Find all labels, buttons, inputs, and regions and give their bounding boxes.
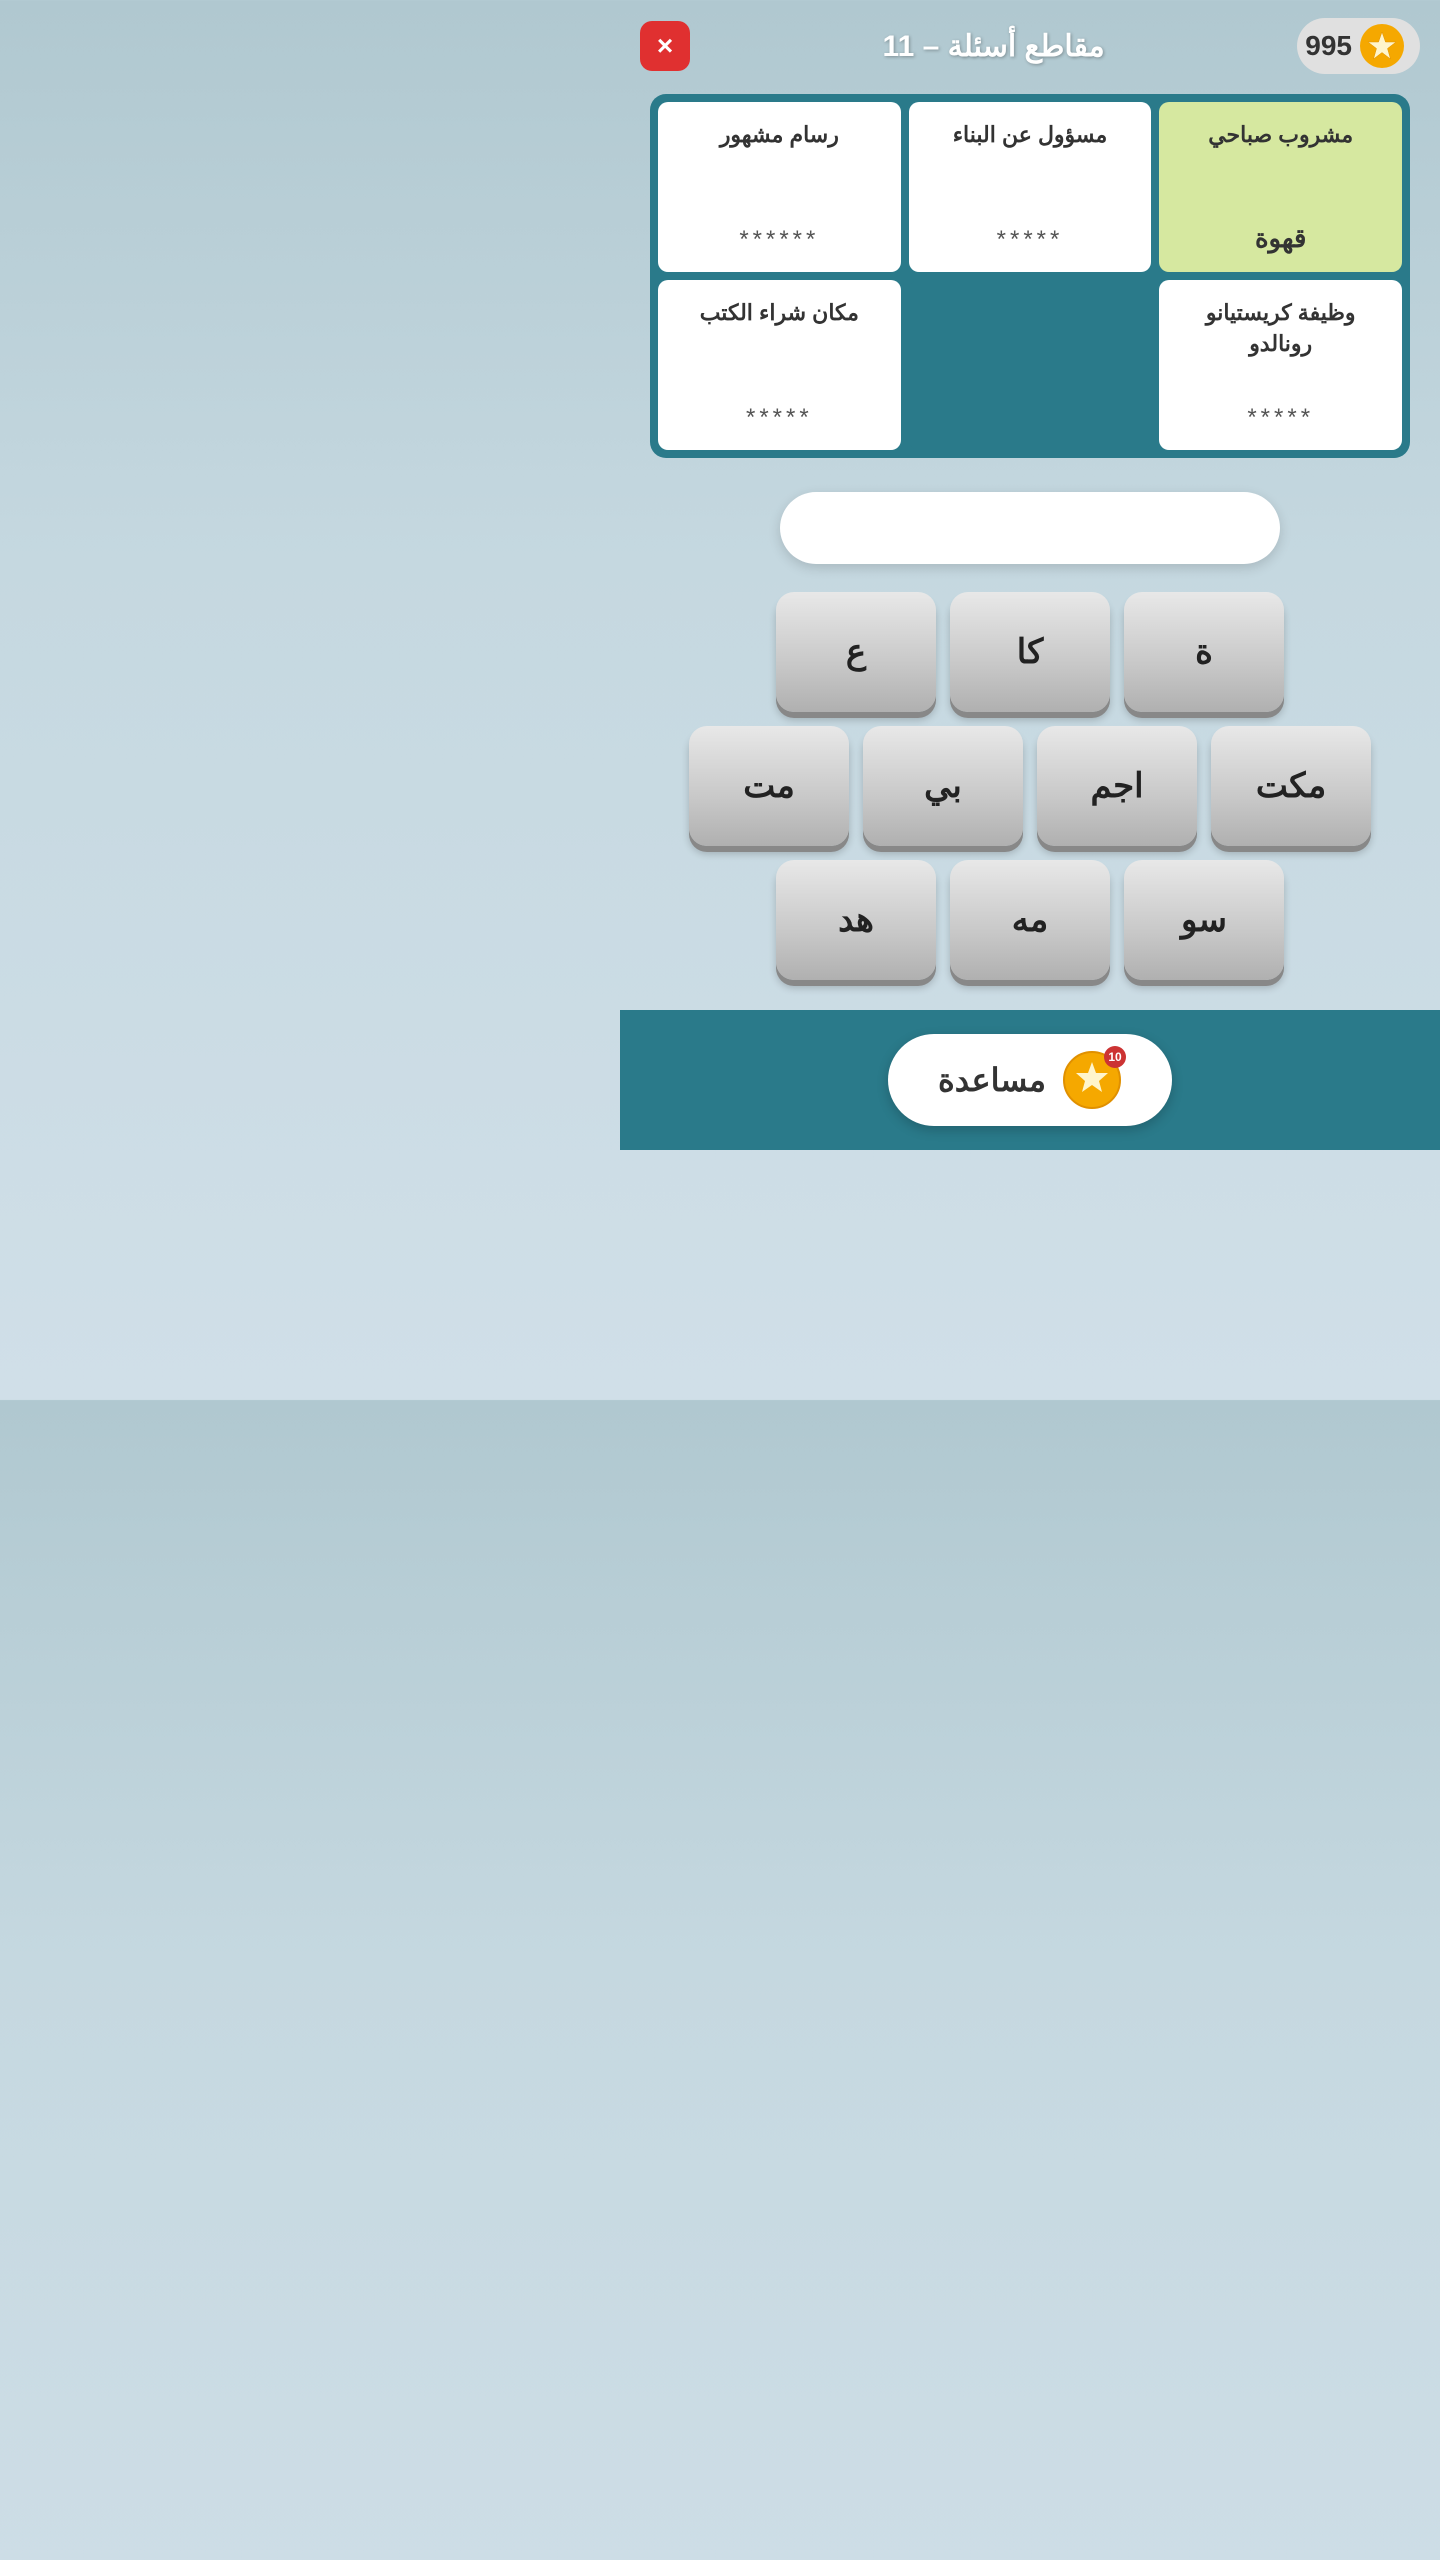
help-label: مساعدة <box>938 1061 1046 1099</box>
cell-5-stars: ***** <box>746 404 813 432</box>
grid-cell-2[interactable]: مسؤول عن البناء ***** <box>909 102 1152 272</box>
letter-btn-1[interactable]: ة <box>1124 592 1284 712</box>
letter-btn-8[interactable]: سو <box>1124 860 1284 980</box>
letter-btn-7[interactable]: مت <box>689 726 849 846</box>
letter-btn-6[interactable]: بي <box>863 726 1023 846</box>
close-button[interactable]: × <box>640 21 690 71</box>
help-coin-container: 10 <box>1062 1050 1122 1110</box>
coin-icon <box>1360 24 1404 68</box>
grid-cell-empty <box>909 280 1152 450</box>
answer-input[interactable] <box>780 492 1280 564</box>
cell-5-question: مكان شراء الكتب <box>700 298 859 329</box>
cell-4-stars: ***** <box>1247 404 1314 432</box>
grid-cell-5[interactable]: مكان شراء الكتب ***** <box>658 280 901 450</box>
cell-3-question: رسام مشهور <box>720 120 839 151</box>
cell-2-question: مسؤول عن البناء <box>953 120 1108 151</box>
grid-cell-4[interactable]: وظيفة كريستيانو رونالدو ***** <box>1159 280 1402 450</box>
letter-row-2: مكت اجم بي مت <box>650 726 1410 846</box>
cell-2-stars: ***** <box>997 226 1064 254</box>
coin-score-container: 995 <box>1297 18 1420 74</box>
letter-row-1: ة كا ع <box>650 592 1410 712</box>
cell-1-answer: قهوة <box>1255 223 1306 254</box>
grid-cell-1[interactable]: مشروب صباحي قهوة <box>1159 102 1402 272</box>
letter-btn-2[interactable]: كا <box>950 592 1110 712</box>
letter-btn-3[interactable]: ع <box>776 592 936 712</box>
letter-row-3: سو مه هد <box>650 860 1410 980</box>
grid-container: مشروب صباحي قهوة مسؤول عن البناء ***** ر… <box>650 94 1410 458</box>
help-button[interactable]: 10 مساعدة <box>888 1034 1172 1126</box>
cell-1-question: مشروب صباحي <box>1208 120 1353 151</box>
letter-btn-4[interactable]: مكت <box>1211 726 1371 846</box>
help-area: 10 مساعدة <box>620 1010 1440 1150</box>
help-badge: 10 <box>1104 1046 1126 1068</box>
header: 995 مقاطع أسئلة – 11 × <box>620 0 1440 84</box>
letters-area: ة كا ع مكت اجم بي مت سو مه هد <box>650 592 1410 980</box>
cell-4-question: وظيفة كريستيانو رونالدو <box>1171 298 1390 360</box>
cell-3-stars: ****** <box>739 226 819 254</box>
close-icon: × <box>657 32 673 60</box>
letter-btn-10[interactable]: هد <box>776 860 936 980</box>
letter-btn-5[interactable]: اجم <box>1037 726 1197 846</box>
letter-btn-9[interactable]: مه <box>950 860 1110 980</box>
answer-input-area <box>780 492 1280 564</box>
grid-cell-3[interactable]: رسام مشهور ****** <box>658 102 901 272</box>
page-title: مقاطع أسئلة – 11 <box>883 29 1105 64</box>
score-value: 995 <box>1305 30 1352 62</box>
